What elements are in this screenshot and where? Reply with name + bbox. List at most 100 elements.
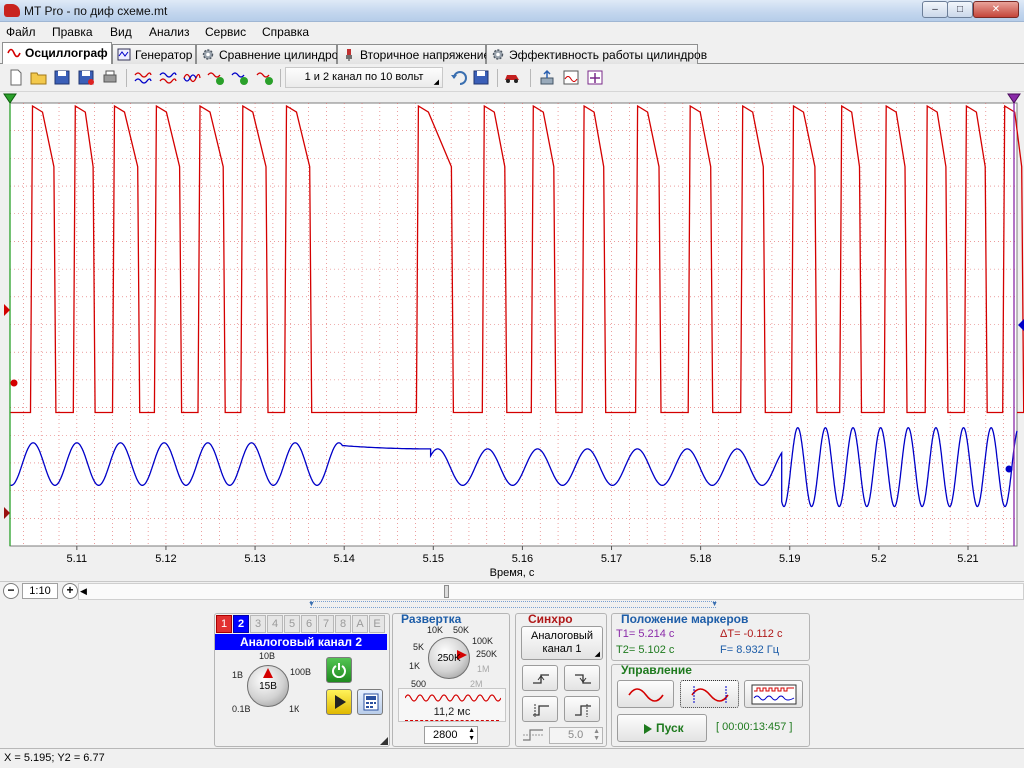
collapse-arrow-icon[interactable]: ▼ xyxy=(308,601,315,608)
collapse-arrow-icon[interactable]: ▼ xyxy=(711,601,718,608)
channel-tab-5[interactable]: 5 xyxy=(284,615,300,633)
sweep-tick-1m: 1M xyxy=(477,664,490,674)
sync-falling-edge-button[interactable] xyxy=(564,665,600,691)
x-tick-label: 5.14 xyxy=(333,553,354,565)
calculator-button[interactable] xyxy=(357,689,383,715)
channel-2-offset-marker-icon[interactable] xyxy=(1018,319,1024,331)
zoom-in-button[interactable]: + xyxy=(62,583,78,599)
zoom-out-button[interactable]: − xyxy=(3,583,19,599)
scroll-left-arrow-icon[interactable]: ◀ xyxy=(80,584,87,599)
trigger-marker-t2-icon[interactable] xyxy=(3,93,17,104)
save-preset-icon[interactable] xyxy=(472,69,490,86)
preset-value: 1 и 2 канал по 10 вольт xyxy=(304,71,424,83)
markers-title: Положение маркеров xyxy=(621,612,749,626)
export-icon[interactable] xyxy=(538,69,556,86)
cursor-coordinates: X = 5.195; Y2 = 6.77 xyxy=(4,752,105,764)
signal-record-icon[interactable] xyxy=(256,69,274,86)
range-tick-100v: 100В xyxy=(290,667,312,677)
menu-edit[interactable]: Правка xyxy=(52,25,93,39)
sync-rising-edge-button[interactable] xyxy=(522,665,558,691)
menu-file[interactable]: Файл xyxy=(6,25,36,39)
signal-view-icon[interactable] xyxy=(134,69,152,86)
maximize-button[interactable]: □ xyxy=(947,1,973,18)
zoom-scroll-row: − 1:10 + ◀ xyxy=(0,581,1024,600)
new-file-icon[interactable] xyxy=(7,69,25,86)
x-tick-label: 5.18 xyxy=(690,553,711,565)
menu-service[interactable]: Сервис xyxy=(205,25,246,39)
marker-frequency-value: F= 8.932 Гц xyxy=(720,644,780,656)
channel-tab-e[interactable]: E xyxy=(369,615,385,633)
sync-auto-icon xyxy=(533,704,549,717)
window-title: MT Pro - по диф схеме.mt xyxy=(24,4,168,18)
tab-generator[interactable]: Генератор xyxy=(112,44,196,64)
sync-level-spinner[interactable]: 5.0 ▲ ▼ xyxy=(549,727,603,744)
signal-filter-icon[interactable] xyxy=(231,69,249,86)
control-area: ▼ ▼ 1 2 3 4 5 6 7 8 A E Аналоговый канал… xyxy=(0,600,1024,748)
mode-record-button[interactable] xyxy=(744,680,803,708)
tab-secondary-voltage[interactable]: Вторичное напряжение xyxy=(337,44,490,64)
dropdown-arrow-icon: ◢ xyxy=(594,651,600,658)
oscilloscope-plot[interactable]: 5.11 5.12 5.13 5.14 5.15 5.16 5.17 5.18 5.19 5.2 5… xyxy=(0,92,1024,582)
panel-collapse-bar[interactable]: ▼ ▼ xyxy=(308,601,718,608)
trigger-marker-t1-icon[interactable] xyxy=(1007,93,1021,104)
sine-wave-icon xyxy=(628,688,664,702)
spinner-arrows-icon[interactable]: ▲ ▼ xyxy=(468,727,475,743)
voltage-range-value: 15В xyxy=(259,681,277,692)
channel-tab-6[interactable]: 6 xyxy=(301,615,317,633)
sweep-knob[interactable]: 250K xyxy=(428,637,470,679)
channel-tab-8[interactable]: 8 xyxy=(335,615,351,633)
sync-source-button[interactable]: Аналоговый канал 1 ◢ xyxy=(521,626,603,660)
channel-tab-7[interactable]: 7 xyxy=(318,615,334,633)
minimize-button[interactable]: – xyxy=(922,1,948,18)
channel-power-button[interactable] xyxy=(326,657,352,683)
sweep-points-spinner[interactable]: 2800 ▲ ▼ xyxy=(424,726,478,744)
control-title: Управление xyxy=(621,663,692,677)
scrollbar-thumb[interactable] xyxy=(444,585,449,598)
horizontal-scrollbar[interactable]: ◀ xyxy=(78,583,1024,600)
start-button[interactable]: Пуск xyxy=(617,714,707,742)
signal-swap-icon[interactable] xyxy=(159,69,177,86)
channel-play-button[interactable] xyxy=(326,689,352,715)
channel-1-level-marker-icon[interactable] xyxy=(4,507,10,519)
plot-canvas[interactable]: 5.11 5.12 5.13 5.14 5.15 5.16 5.17 5.18 5.19 5.2 5… xyxy=(0,92,1024,581)
zoom-fit-icon[interactable] xyxy=(586,69,604,86)
sweep-tick-100k: 100K xyxy=(472,636,494,646)
menu-view[interactable]: Вид xyxy=(110,25,132,39)
marker-t1-value: T1= 5.214 с xyxy=(616,628,675,640)
voltage-range-knob[interactable]: 15В xyxy=(247,665,289,707)
channel-tab-3[interactable]: 3 xyxy=(250,615,266,633)
mode-single-button[interactable] xyxy=(680,680,739,708)
tab-label: Эффективность работы цилиндров xyxy=(509,48,708,62)
channel-tab-1[interactable]: 1 xyxy=(216,615,232,633)
tab-oscilloscope[interactable]: Осциллограф xyxy=(2,42,112,65)
spinner-arrows-icon[interactable]: ▲ ▼ xyxy=(593,728,600,742)
range-tick-0-1v: 0.1В xyxy=(232,704,251,714)
channel-tab-4[interactable]: 4 xyxy=(267,615,283,633)
menu-analysis[interactable]: Анализ xyxy=(149,25,190,39)
channel-tab-a[interactable]: A xyxy=(352,615,368,633)
tab-label: Генератор xyxy=(135,48,193,62)
range-tick-10v: 10В xyxy=(259,651,276,661)
signal-check-icon[interactable] xyxy=(207,69,225,86)
tab-cylinder-efficiency[interactable]: Эффективность работы цилиндров xyxy=(486,44,707,64)
car-icon[interactable] xyxy=(503,69,521,86)
print-icon[interactable] xyxy=(101,69,119,86)
sine-wave-icon xyxy=(7,48,21,58)
tab-cylinder-comparison[interactable]: Сравнение цилиндров xyxy=(196,44,345,64)
save-as-icon[interactable] xyxy=(77,69,95,86)
panel-corner-icon xyxy=(380,737,388,745)
gear-icon xyxy=(202,49,214,60)
sync-mode-auto-button[interactable] xyxy=(522,696,558,722)
save-icon[interactable] xyxy=(53,69,71,86)
signal-overlay-icon[interactable] xyxy=(183,69,201,86)
menu-help[interactable]: Справка xyxy=(262,25,309,39)
undo-icon[interactable] xyxy=(450,69,468,86)
open-folder-icon[interactable] xyxy=(30,69,48,86)
close-button[interactable]: ✕ xyxy=(973,1,1019,18)
mode-continuous-button[interactable] xyxy=(617,680,674,708)
channel-tab-2[interactable]: 2 xyxy=(233,615,249,633)
channel-1-offset-marker-icon[interactable] xyxy=(4,304,10,316)
sync-mode-single-button[interactable] xyxy=(564,696,600,722)
chart-view-icon[interactable] xyxy=(562,69,580,86)
preset-dropdown[interactable]: 1 и 2 канал по 10 вольт ◢ xyxy=(285,67,443,88)
